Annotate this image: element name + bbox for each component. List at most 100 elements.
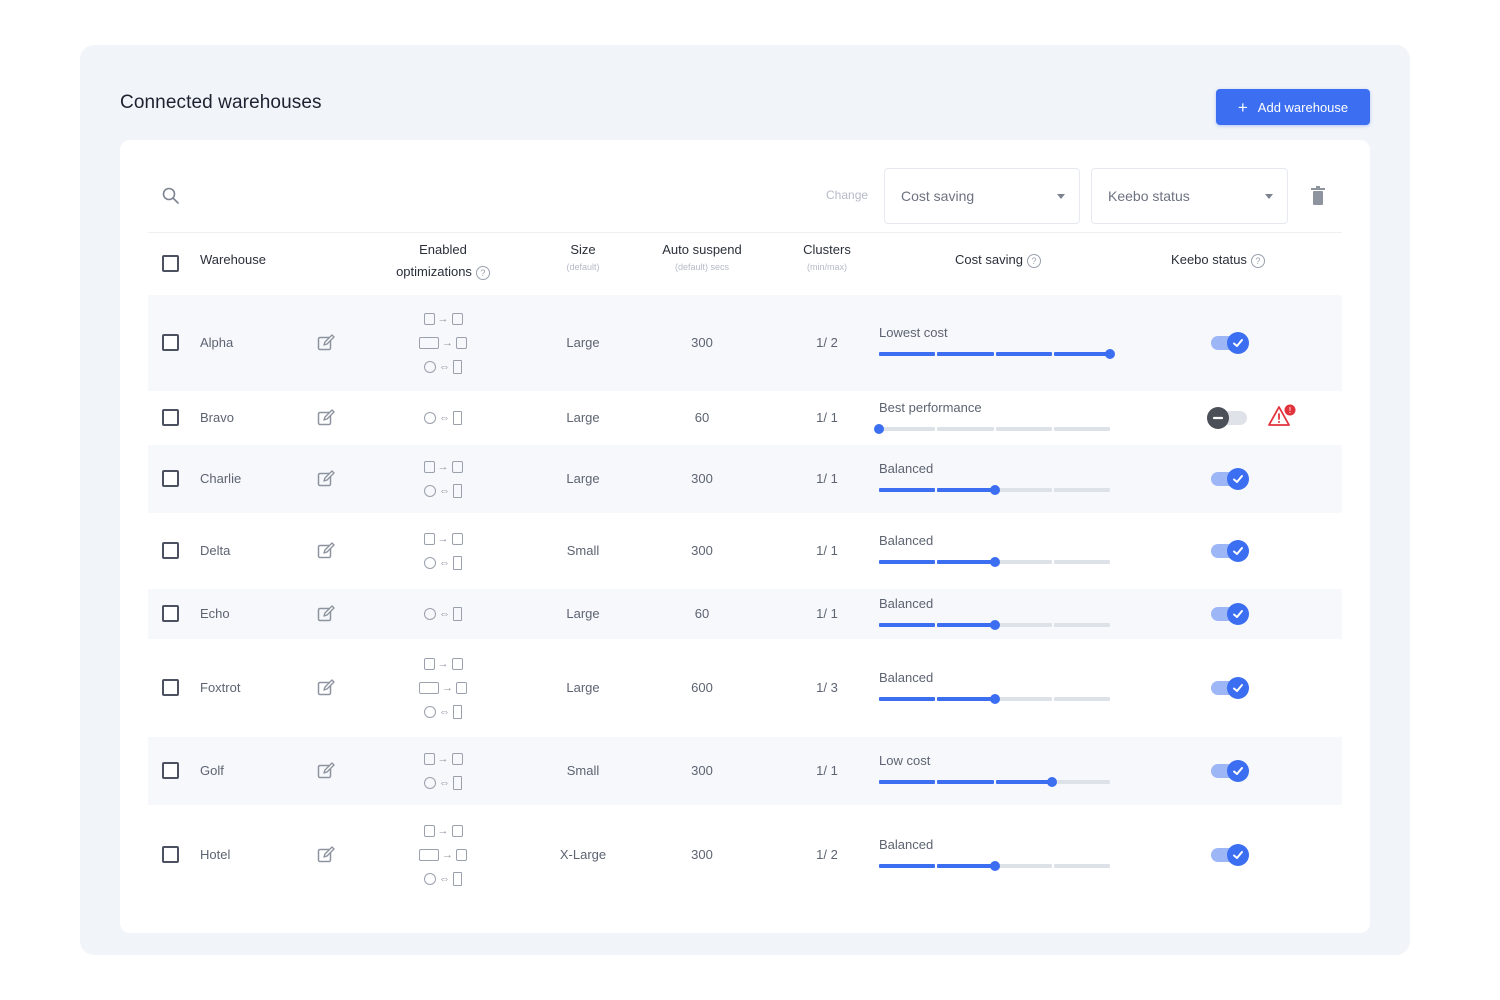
optimizations-icons: → ⇔ <box>403 455 483 503</box>
warehouse-name[interactable]: Echo <box>200 606 230 621</box>
warehouse-name[interactable]: Alpha <box>200 335 233 350</box>
keebo-status-toggle[interactable] <box>1211 540 1249 562</box>
keebo-status-toggle[interactable] <box>1207 407 1247 429</box>
header-enabled-optimizations: Enabled optimizations? <box>378 239 508 283</box>
warning-icon[interactable]: ! <box>1268 404 1298 428</box>
header-clusters-label: Clusters <box>803 242 851 257</box>
edit-icon[interactable] <box>317 334 335 352</box>
help-icon[interactable]: ? <box>1026 253 1041 268</box>
database-icon <box>451 825 463 837</box>
keebo-status-toggle[interactable] <box>1211 332 1249 354</box>
slider-handle[interactable] <box>990 485 1000 495</box>
warehouse-name[interactable]: Bravo <box>200 410 234 425</box>
server-icon <box>453 411 462 425</box>
slider-handle[interactable] <box>990 620 1000 630</box>
slider-segment <box>995 623 1052 627</box>
toggle-thumb <box>1227 760 1249 782</box>
warehouses-panel: Connected warehouses + Add warehouse Cha… <box>80 45 1410 955</box>
clock-icon <box>424 777 436 789</box>
trash-icon[interactable] <box>1310 186 1326 206</box>
row-checkbox[interactable] <box>162 762 179 779</box>
warehouse-name[interactable]: Foxtrot <box>200 680 240 695</box>
database-icon <box>423 533 435 545</box>
size-value: Small <box>566 543 600 558</box>
keebo-status-select[interactable]: Keebo status <box>1091 168 1288 224</box>
swap-icon: ⇔ <box>439 706 450 718</box>
size-value: Large <box>566 410 600 425</box>
search-icon[interactable] <box>161 186 181 206</box>
row-checkbox[interactable] <box>162 334 179 351</box>
slider-segment <box>879 780 936 784</box>
edit-icon[interactable] <box>317 470 335 488</box>
row-checkbox[interactable] <box>162 470 179 487</box>
slider-handle[interactable] <box>990 861 1000 871</box>
server-icon <box>453 776 462 790</box>
cost-saving-label: Balanced <box>879 596 934 611</box>
row-checkbox[interactable] <box>162 605 179 622</box>
slider-segment <box>1053 864 1110 868</box>
edit-icon[interactable] <box>317 679 335 697</box>
keebo-status-toggle[interactable] <box>1211 760 1249 782</box>
select-all-checkbox[interactable] <box>162 255 179 272</box>
cost-saving-slider[interactable] <box>879 620 1110 630</box>
edit-icon[interactable] <box>317 762 335 780</box>
optimization-line: ⇔ <box>403 771 483 795</box>
warehouse-name[interactable]: Charlie <box>200 471 241 486</box>
change-label: Change <box>826 188 869 202</box>
row-checkbox[interactable] <box>162 846 179 863</box>
auto-suspend-value: 60 <box>694 606 710 621</box>
add-warehouse-button[interactable]: + Add warehouse <box>1216 89 1370 125</box>
edit-icon[interactable] <box>317 846 335 864</box>
slider-segment <box>937 427 994 431</box>
arrow-right-icon: → <box>437 658 449 670</box>
row-checkbox[interactable] <box>162 679 179 696</box>
slider-segment <box>937 352 994 356</box>
slider-handle[interactable] <box>1105 349 1115 359</box>
cost-saving-slider[interactable] <box>879 777 1110 787</box>
cost-saving-slider[interactable] <box>879 861 1110 871</box>
slider-segment <box>995 352 1052 356</box>
help-icon[interactable]: ? <box>1250 253 1265 268</box>
cost-saving-select[interactable]: Cost saving <box>884 168 1080 224</box>
cost-saving-slider[interactable] <box>879 485 1110 495</box>
warehouse-name[interactable]: Hotel <box>200 847 230 862</box>
arrow-right-icon: → <box>437 533 449 545</box>
clock-icon <box>424 557 436 569</box>
database-icon <box>423 825 435 837</box>
help-icon[interactable]: ? <box>475 265 490 280</box>
row-checkbox[interactable] <box>162 542 179 559</box>
chevron-down-icon <box>1057 194 1065 199</box>
slider-segment <box>879 697 936 701</box>
warehouse-name[interactable]: Golf <box>200 763 224 778</box>
edit-icon[interactable] <box>317 409 335 427</box>
row-checkbox[interactable] <box>162 409 179 426</box>
add-warehouse-label: Add warehouse <box>1257 99 1349 115</box>
slider-handle[interactable] <box>990 694 1000 704</box>
cost-saving-slider[interactable] <box>879 349 1115 359</box>
keebo-status-toggle[interactable] <box>1211 468 1249 490</box>
size-value: Large <box>566 606 600 621</box>
clock-icon <box>424 412 436 424</box>
slider-handle[interactable] <box>874 424 884 434</box>
size-value: Large <box>566 471 600 486</box>
slider-handle[interactable] <box>990 557 1000 567</box>
warehouse-name[interactable]: Delta <box>200 543 230 558</box>
database-icon <box>456 337 467 349</box>
keebo-status-toggle[interactable] <box>1211 844 1249 866</box>
slider-handle[interactable] <box>1047 777 1057 787</box>
cost-saving-label: Best performance <box>879 400 982 415</box>
keebo-status-toggle[interactable] <box>1211 677 1249 699</box>
cost-saving-slider[interactable] <box>879 694 1110 704</box>
clock-icon <box>424 485 436 497</box>
size-value: Large <box>566 335 600 350</box>
keebo-status-toggle[interactable] <box>1211 603 1249 625</box>
edit-icon[interactable] <box>317 605 335 623</box>
cost-saving-slider[interactable] <box>879 557 1110 567</box>
table-row: Bravo ⇔ Large 60 1/ 1 Best performance ! <box>148 391 1342 445</box>
cost-saving-slider[interactable] <box>874 424 1110 434</box>
database-icon <box>451 461 463 473</box>
edit-icon[interactable] <box>317 542 335 560</box>
optimization-line: → <box>403 676 483 700</box>
optimizations-icons: → ⇔ <box>403 747 483 795</box>
database-icon <box>423 313 435 325</box>
